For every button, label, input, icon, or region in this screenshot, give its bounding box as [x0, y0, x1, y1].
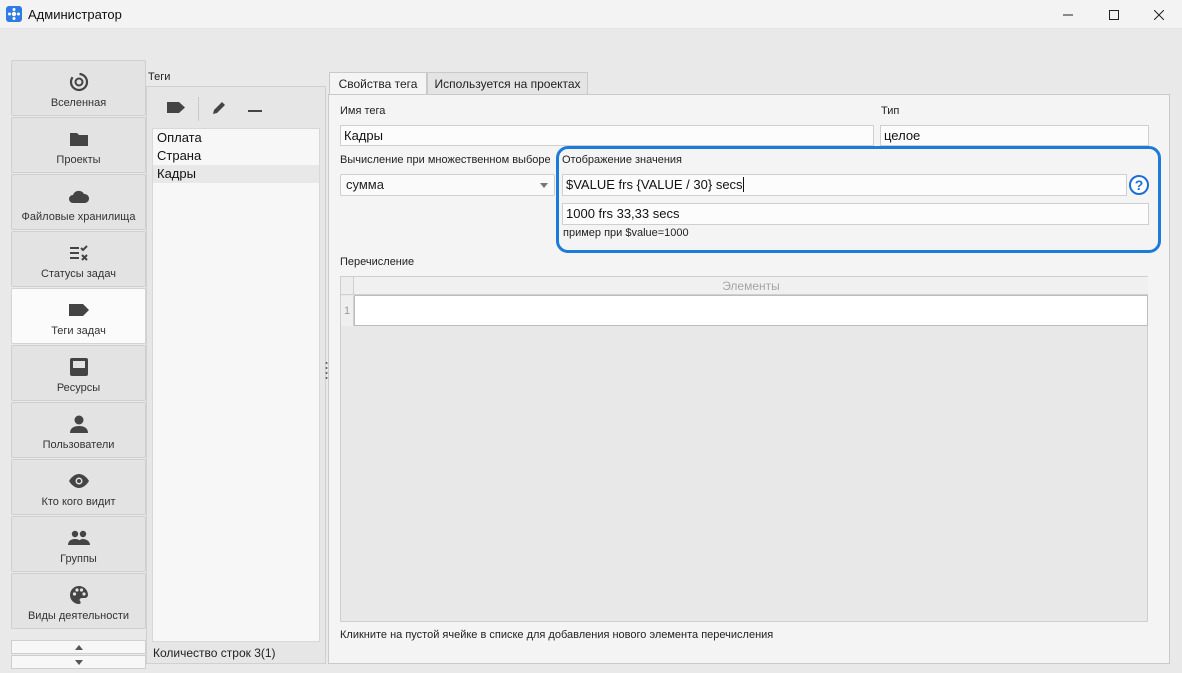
sidebar-item-activity-types[interactable]: Виды деятельности: [11, 573, 146, 629]
enum-table: Элементы 1: [340, 276, 1148, 622]
tag-icon: [166, 101, 186, 117]
toolbar-divider: [198, 97, 199, 121]
sidebar-item-task-statuses[interactable]: Статусы задач: [11, 231, 146, 287]
app-icon: [6, 6, 22, 22]
eye-icon: [68, 470, 90, 492]
chevron-down-icon: [540, 183, 548, 188]
scroll-down-button[interactable]: [11, 655, 146, 669]
tags-list: Оплата Страна Кадры: [152, 128, 320, 642]
tag-name-label: Имя тега: [340, 105, 386, 117]
row-number: 1: [341, 296, 354, 326]
status-list-icon: [68, 242, 90, 264]
palette-icon: [68, 584, 90, 606]
minus-icon: [248, 102, 262, 116]
tag-item-personnel[interactable]: Кадры: [153, 165, 319, 183]
sidebar-item-groups[interactable]: Группы: [11, 516, 146, 572]
maximize-button[interactable]: [1091, 0, 1137, 29]
add-tag-button[interactable]: [164, 97, 188, 121]
sidebar-item-users[interactable]: Пользователи: [11, 402, 146, 458]
tag-name-input[interactable]: Кадры: [340, 125, 874, 146]
sidebar-item-label: Виды деятельности: [27, 610, 130, 622]
highlight-annotation: [556, 146, 1161, 253]
tags-heading: Теги: [148, 71, 171, 83]
tab-used-in-projects[interactable]: Используется на проектах: [427, 72, 588, 94]
sidebar-item-label: Пользователи: [42, 439, 115, 451]
sidebar-item-resources[interactable]: Ресурсы: [11, 345, 146, 401]
remove-tag-button[interactable]: [243, 97, 267, 121]
sidebar-item-label: Ресурсы: [56, 382, 101, 394]
sidebar-item-label: Теги задач: [51, 325, 106, 337]
tags-toolbar: [152, 91, 320, 126]
person-icon: [68, 413, 90, 435]
tab-tag-properties[interactable]: Свойства тега: [329, 72, 427, 95]
table-row[interactable]: [354, 295, 1148, 326]
minimize-button[interactable]: [1045, 0, 1091, 29]
table-corner: [341, 277, 354, 295]
folder-icon: [68, 128, 90, 150]
row-count-status: Количество строк 3(1): [153, 646, 276, 660]
inbox-icon: [68, 356, 90, 378]
close-button[interactable]: [1136, 0, 1182, 29]
enum-label: Перечисление: [340, 256, 415, 268]
aggregation-select[interactable]: сумма: [340, 174, 555, 196]
sidebar-item-label: Статусы задач: [41, 268, 116, 280]
sidebar-item-label: Вселенная: [50, 97, 107, 109]
sidebar-item-file-storages[interactable]: Файловые хранилища: [11, 174, 146, 230]
table-column-header: Элементы: [354, 277, 1148, 295]
enum-hint: Кликните на пустой ячейке в списке для д…: [340, 629, 774, 641]
cloud-icon: [68, 185, 90, 207]
spiral-icon: [68, 71, 90, 93]
scroll-up-button[interactable]: [11, 640, 146, 654]
sidebar-item-task-tags[interactable]: Теги задач: [11, 288, 146, 344]
sidebar-item-label: Проекты: [56, 154, 101, 166]
tag-item-payment[interactable]: Оплата: [153, 129, 319, 147]
aggregation-selected-value: сумма: [346, 177, 384, 192]
title-bar: Администратор: [0, 0, 1182, 29]
sidebar-item-label: Кто кого видит: [41, 496, 116, 508]
window-title: Администратор: [28, 7, 122, 22]
sidebar-item-label: Группы: [60, 553, 97, 565]
type-label: Тип: [881, 105, 900, 117]
tag-icon: [68, 299, 90, 321]
sidebar-item-projects[interactable]: Проекты: [11, 117, 146, 173]
aggregation-label: Вычисление при множественном выборе: [340, 154, 551, 166]
type-input[interactable]: целое: [880, 125, 1149, 146]
pencil-icon: [211, 100, 227, 119]
group-icon: [67, 527, 90, 549]
sidebar-item-who-sees-whom[interactable]: Кто кого видит: [11, 459, 146, 515]
sidebar-item-universe[interactable]: Вселенная: [11, 60, 146, 116]
sidebar-item-label: Файловые хранилища: [21, 211, 136, 223]
edit-tag-button[interactable]: [207, 97, 231, 121]
tag-item-country[interactable]: Страна: [153, 147, 319, 165]
